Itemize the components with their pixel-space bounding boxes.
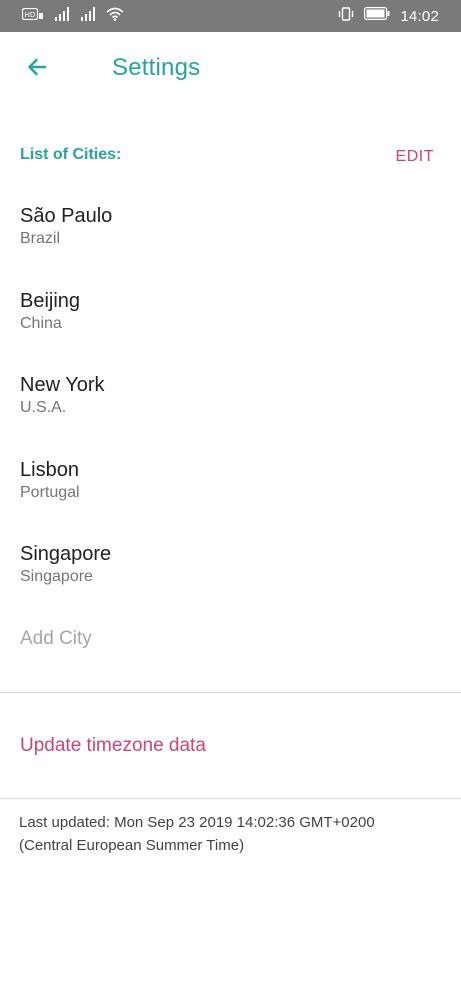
- city-name: São Paulo: [20, 205, 113, 227]
- arrow-left-icon: [25, 55, 49, 84]
- back-button[interactable]: [22, 54, 52, 84]
- city-item-sao-paulo[interactable]: São Paulo Brazil: [0, 194, 461, 279]
- city-item-lisbon[interactable]: Lisbon Portugal: [0, 448, 461, 533]
- city-list: São Paulo Brazil Beijing China New York …: [0, 194, 461, 617]
- city-item-beijing[interactable]: Beijing China: [0, 279, 461, 364]
- last-updated-text: Last updated: Mon Sep 23 2019 14:02:36 G…: [19, 811, 439, 857]
- status-bar: HD 14:02: [0, 0, 461, 32]
- city-country: Brazil: [20, 230, 61, 247]
- update-timezone-button[interactable]: Update timezone data: [20, 735, 206, 757]
- city-name: New York: [20, 374, 105, 396]
- svg-text:HD: HD: [25, 11, 36, 19]
- cities-section-header: List of Cities: EDIT: [0, 140, 461, 174]
- divider: [0, 798, 461, 799]
- city-country: China: [20, 314, 62, 332]
- city-name: Singapore: [20, 543, 112, 565]
- city-country: Portugal: [20, 483, 80, 501]
- status-time: 14:02: [400, 7, 439, 25]
- city-name: Beijing: [20, 289, 81, 312]
- page-title: Settings: [112, 54, 201, 81]
- wifi-icon: [106, 7, 124, 26]
- cities-section-title: List of Cities:: [20, 146, 122, 163]
- signal-icon: [80, 6, 96, 26]
- city-country: Singapore: [20, 568, 93, 585]
- vibrate-icon: [338, 6, 354, 26]
- edit-button[interactable]: EDIT: [396, 148, 434, 166]
- hd-icon: HD: [21, 7, 44, 25]
- city-item-new-york[interactable]: New York U.S.A.: [0, 363, 461, 448]
- last-updated-line: Last updated: Mon Sep 23 2019 14:02:36 G…: [19, 814, 375, 831]
- divider: [0, 692, 461, 693]
- add-city-button[interactable]: Add City: [20, 628, 92, 650]
- city-country: U.S.A.: [20, 399, 67, 416]
- signal-icon: [54, 6, 70, 26]
- last-updated-timezone-line: (Central European Summer Time): [19, 837, 245, 854]
- app-bar: Settings: [0, 32, 461, 104]
- status-right: 14:02: [338, 6, 439, 26]
- battery-icon: [364, 7, 390, 25]
- city-name: Lisbon: [20, 458, 79, 481]
- status-left: HD: [21, 6, 124, 26]
- city-item-singapore[interactable]: Singapore Singapore: [0, 532, 461, 617]
